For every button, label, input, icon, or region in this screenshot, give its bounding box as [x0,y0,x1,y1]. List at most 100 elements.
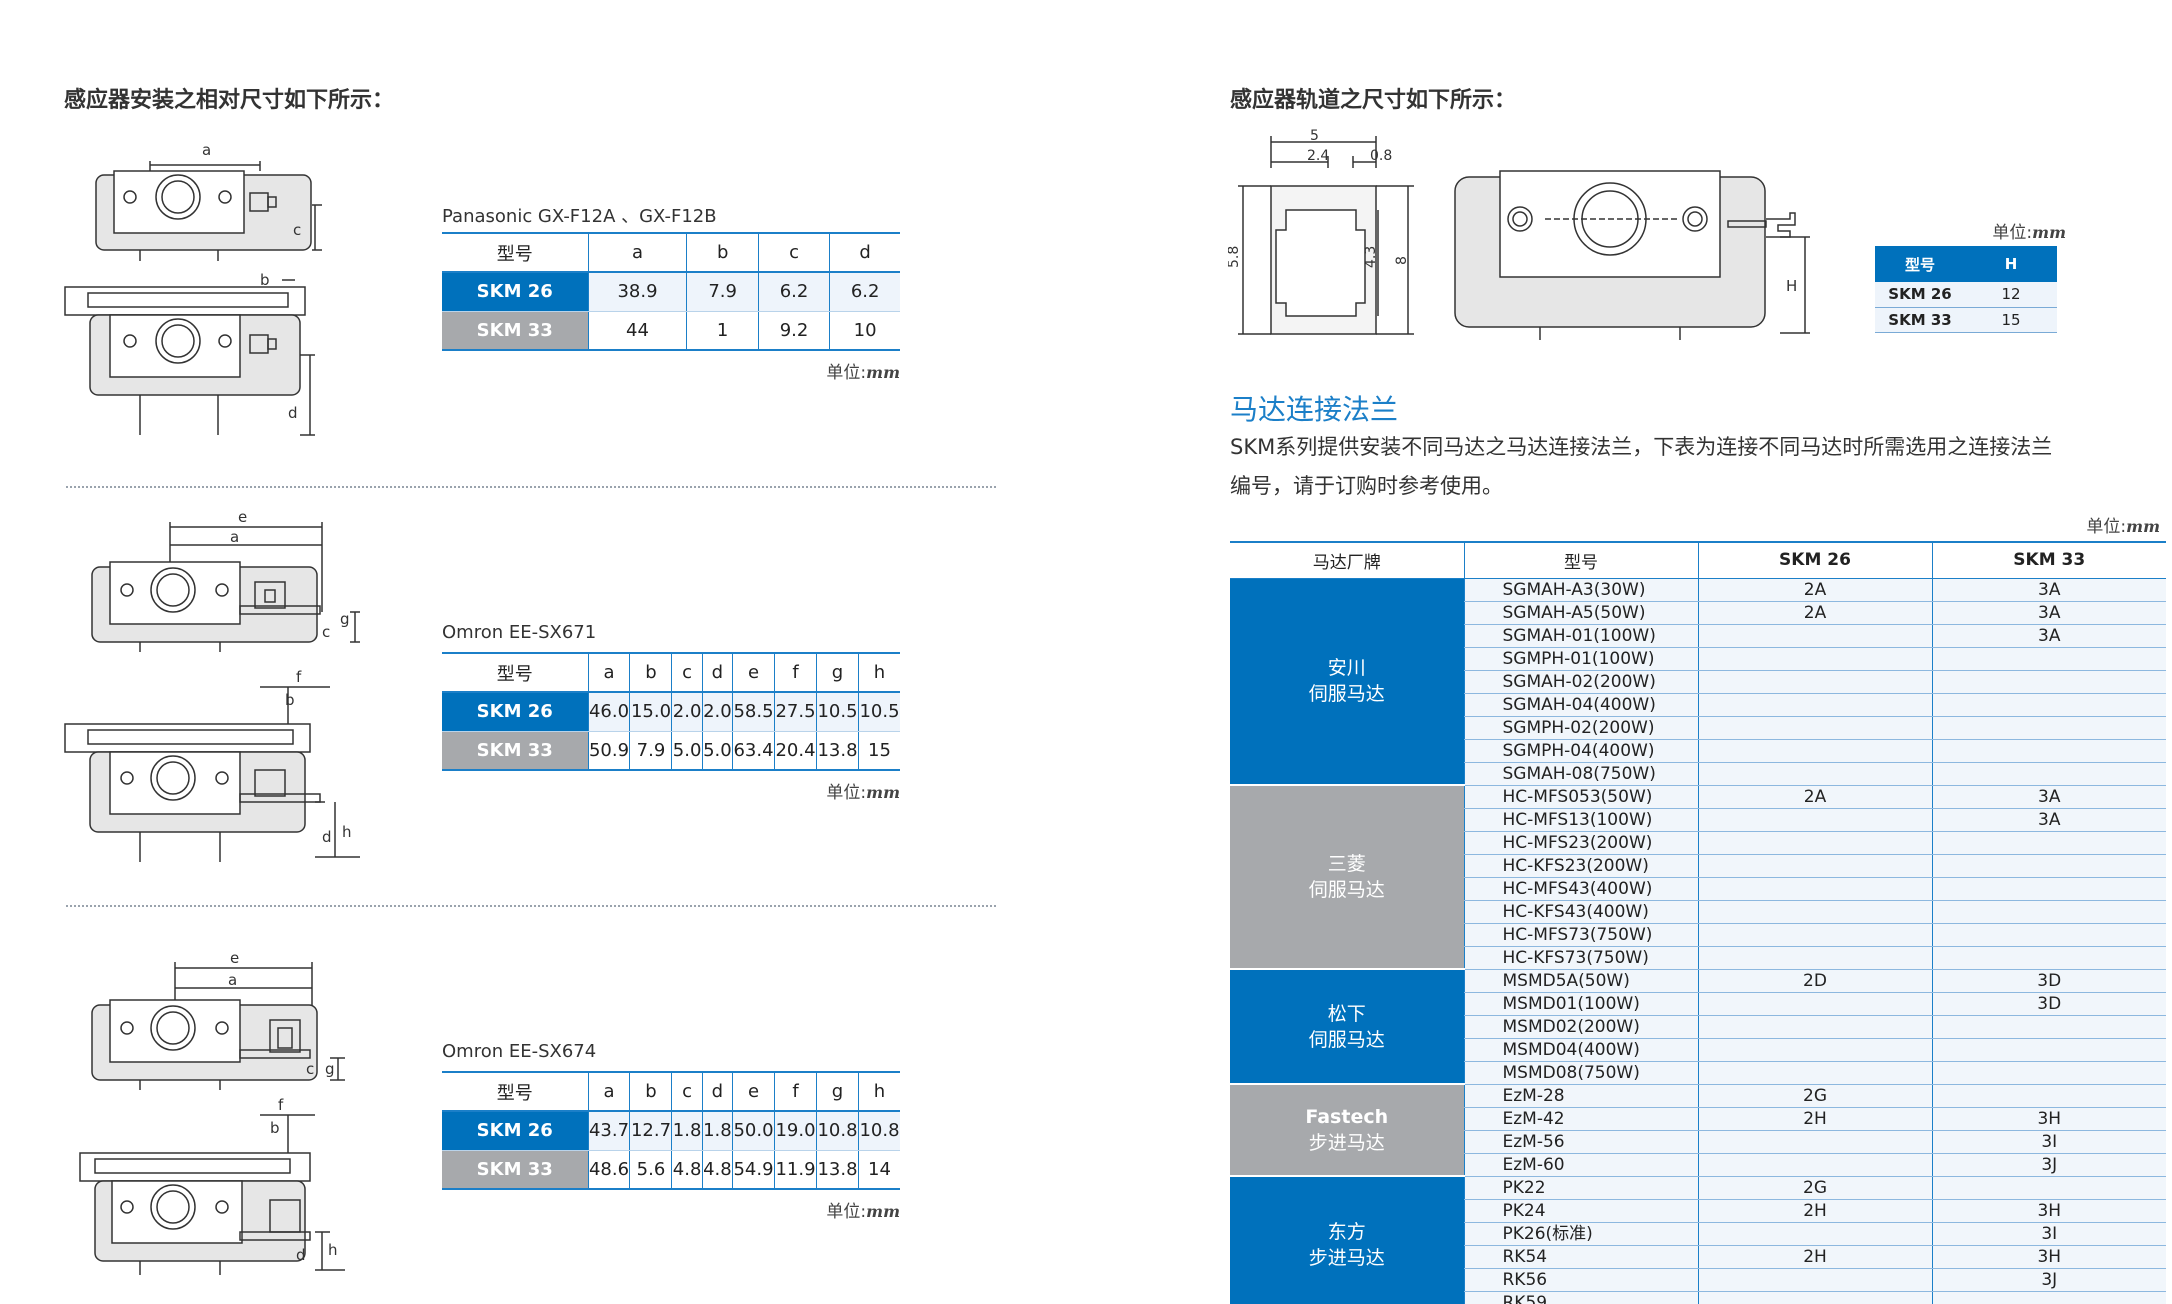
col-header: 型号 [442,232,588,273]
motor-model-cell: PK24 [1463,1199,1698,1223]
skm26-flange-cell [1697,624,1932,648]
cell: 11.9 [774,1150,817,1190]
row-model: SKM 26 [1875,282,1965,308]
dim-label-b: b [260,271,270,289]
motor-model-cell: SGMPH-01(100W) [1463,647,1698,671]
rail-dim-h1: 5.8 [1228,246,1242,268]
skm33-flange-cell [1931,923,2166,947]
motor-model-cell: EzM-56 [1463,1130,1698,1154]
cell: 1.8 [671,1111,703,1151]
panel2-unit: 单位:mm [800,778,900,803]
col-header: d [829,232,900,273]
dim-label-a: a [228,971,237,989]
cell: 5.0 [701,731,733,771]
cell: 48.6 [587,1150,630,1190]
skm26-flange-cell [1697,1153,1932,1177]
dim-label-h: h [342,823,352,841]
skm33-flange-cell [1931,762,2166,786]
col-header-model: 型号 [1463,541,1698,579]
skm26-flange-cell [1697,670,1932,694]
motor-model-cell: HC-MFS053(50W) [1463,785,1698,809]
skm26-flange-cell: 2A [1697,601,1932,625]
cell: 44 [587,311,687,351]
brand-type: 步进马达 [1308,1132,1385,1154]
brand-cell: Fastech 步进马达 [1230,1084,1464,1177]
skm26-flange-cell: 2H [1697,1107,1932,1131]
col-header: a [587,1071,630,1112]
cell: 20.4 [774,731,817,771]
dim-label-c: c [306,1060,314,1078]
motor-model-cell: MSMD5A(50W) [1463,969,1698,993]
motor-model-cell: SGMPH-02(200W) [1463,716,1698,740]
motor-model-cell: HC-KFS23(200W) [1463,854,1698,878]
cell: 15 [1965,307,2057,333]
skm33-flange-cell [1931,946,2166,970]
skm33-flange-cell: 3J [1931,1153,2166,1177]
skm33-flange-cell [1931,716,2166,740]
skm33-flange-cell: 3H [1931,1199,2166,1223]
col-header: 型号 [442,1071,588,1112]
col-header: d [701,1071,733,1112]
rail-profile-diagram: 5 2.4 0.8 5.8 4.3 8 [1228,128,1414,335]
brand-type: 步进马达 [1308,1247,1385,1269]
motor-table-body: 安川 伺服马达 SGMAH-A3(30W) 2A 3A SGMAH-A5(50W) 2A 3A… [1230,578,2166,1304]
skm26-flange-cell [1697,647,1932,671]
skm33-flange-cell [1931,670,2166,694]
skm33-flange-cell: 3I [1931,1130,2166,1154]
panel1-unit: 单位:mm [800,358,900,383]
skm33-flange-cell [1931,1176,2166,1200]
cell: 54.9 [732,1150,775,1190]
motor-model-cell: EzM-28 [1463,1084,1698,1108]
motor-model-cell: HC-KFS73(750W) [1463,946,1698,970]
cell: 10 [829,311,900,351]
sensor-diagram-omron-674: e a c g f b d h [79,950,345,1275]
col-header: a [587,652,630,693]
brand-type: 伺服马达 [1308,683,1385,706]
cell: 12.7 [629,1111,672,1151]
cell: 10.5 [857,692,900,732]
skm26-flange-cell [1697,1038,1932,1062]
dim-label-g: g [325,1060,335,1078]
col-header: g [816,1071,859,1112]
col-header: h [857,1071,900,1112]
skm26-flange-cell [1697,1222,1932,1246]
cell: 7.9 [629,731,672,771]
brand-name: 东方 [1327,1221,1366,1243]
skm26-flange-cell [1697,1130,1932,1154]
skm33-flange-cell: 3H [1931,1107,2166,1131]
unit-value: mm [2032,223,2066,242]
brand-cell: 松下 伺服马达 [1230,969,1464,1085]
cell: 5.6 [629,1150,672,1190]
dim-label-d: d [288,404,298,422]
skm33-flange-cell [1931,877,2166,901]
dim-label-d: d [296,1246,306,1264]
skm26-flange-cell: 2D [1697,969,1932,993]
skm26-flange-cell [1697,762,1932,786]
brand-cell: 东方 步进马达 [1230,1176,1464,1304]
divider-1 [66,486,996,488]
skm26-flange-cell [1697,716,1932,740]
skm33-flange-cell: 3H [1931,1245,2166,1269]
col-header-skm26: SKM 26 [1697,541,1932,579]
skm33-flange-cell: 3A [1931,601,2166,625]
cell: 6.2 [757,272,830,312]
description-line: 编号，请于订购时参考使用。 [1230,474,1503,498]
motor-model-cell: RK59 [1463,1291,1698,1304]
motor-model-cell: PK22 [1463,1176,1698,1200]
cell: 1.8 [701,1111,733,1151]
skm26-flange-cell [1697,854,1932,878]
cell: 15 [857,731,900,771]
cell: 1 [686,311,759,351]
col-header: a [587,232,687,273]
right-heading: 感应器轨道之尺寸如下所示： [1230,88,1517,113]
motor-flange-table: 马达厂牌 型号 SKM 26 SKM 33 安川 伺服马达 SGMAH-A3(30W… [1230,541,2166,1304]
skm33-flange-cell [1931,1038,2166,1062]
skm33-flange-cell [1931,647,2166,671]
h-table: 型号 H SKM 26 12 SKM 33 15 [1875,246,2057,333]
row-model: SKM 26 [442,692,588,732]
motor-model-cell: EzM-60 [1463,1153,1698,1177]
motor-model-cell: SGMPH-04(400W) [1463,739,1698,763]
skm26-flange-cell [1697,1015,1932,1039]
brand-type: 伺服马达 [1308,879,1385,901]
skm33-flange-cell: 3A [1931,785,2166,809]
